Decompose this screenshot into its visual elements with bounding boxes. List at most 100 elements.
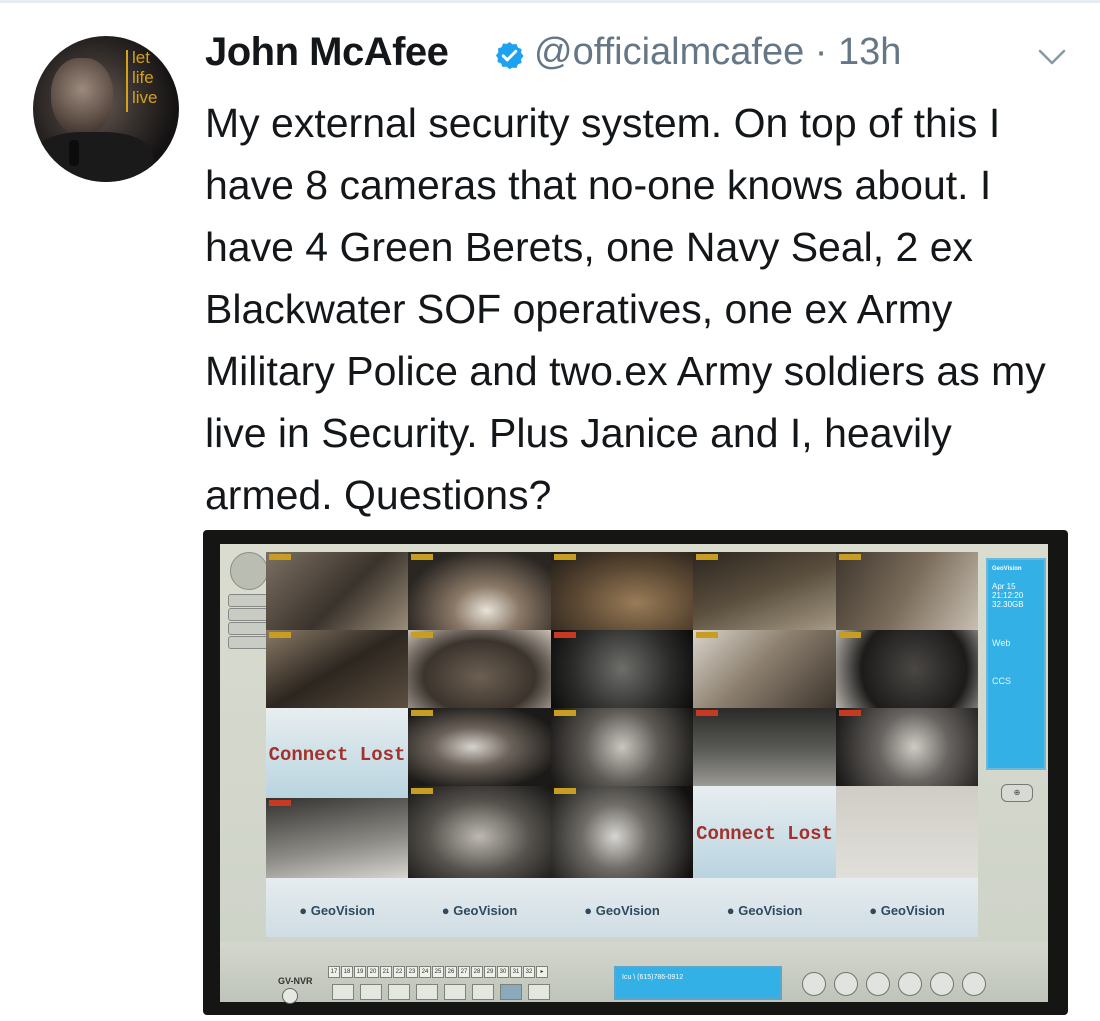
camera-tag [411,554,433,560]
layout-button[interactable] [416,984,438,1000]
stamp-date: Apr 15 [992,582,1016,591]
avatar-slogan-line-3: live [132,88,158,107]
function-button[interactable] [930,972,954,996]
channel-button[interactable]: 17 [328,966,340,978]
avatar-face [51,58,113,136]
empty-channel-geovision[interactable]: ● GeoVision [266,878,408,937]
camera-feed[interactable] [551,552,693,630]
connect-lost-label: Connect Lost [268,744,406,766]
channel-button[interactable]: 26 [445,966,457,978]
camera-feed[interactable] [551,708,693,786]
layout-button-active[interactable] [500,984,522,1000]
ptz-button[interactable] [228,636,270,649]
ptz-dpad-icon[interactable] [230,552,268,590]
ptz-button[interactable] [228,594,270,607]
empty-channel-geovision[interactable]: ● GeoVision [408,878,551,937]
camera-feed-connect-lost[interactable]: Connect Lost [266,708,408,798]
channel-button[interactable]: 28 [471,966,483,978]
camera-feed[interactable] [266,552,408,630]
camera-tag [411,632,433,638]
channel-button[interactable]: 32 [523,966,535,978]
channel-button[interactable]: 18 [341,966,353,978]
camera-feed[interactable] [836,552,978,630]
layout-button[interactable] [332,984,354,1000]
layout-button[interactable] [444,984,466,1000]
channel-button[interactable]: 31 [510,966,522,978]
stamp-time: 21:12:20 [992,591,1024,600]
camera-tag [554,788,576,794]
tweet-timestamp[interactable]: 13h [838,31,901,73]
channel-button[interactable]: 24 [419,966,431,978]
contact-display: Icu \ (615)786-0912 [614,966,782,1000]
web-link[interactable]: Web [992,638,1010,648]
channel-button[interactable]: 21 [380,966,392,978]
geovision-logo: ● GeoVision [441,902,518,918]
camera-feed[interactable] [693,708,836,786]
camera-feed[interactable] [266,798,408,878]
function-buttons [802,972,994,996]
channel-next-icon[interactable]: ▸ [536,966,548,978]
camera-tag [696,632,718,638]
geovision-logo: ● GeoVision [869,902,945,918]
avatar-coat [33,132,153,182]
camera-tag [554,632,576,638]
function-button[interactable] [898,972,922,996]
ptz-button[interactable] [228,622,270,635]
author-name[interactable]: John McAfee [205,30,449,75]
camera-feed[interactable] [836,786,978,878]
channel-button[interactable]: 25 [432,966,444,978]
chevron-down-icon[interactable] [1036,46,1068,68]
avatar-slogan-line-1: let [132,48,150,67]
avatar-microphone [69,140,79,166]
empty-channel-geovision[interactable]: ● GeoVision [693,878,836,937]
camera-feed[interactable] [408,708,551,786]
function-button[interactable] [802,972,826,996]
channel-button[interactable]: 30 [497,966,509,978]
dot-separator: · [814,31,828,73]
zoom-button[interactable]: ⊕ [1001,784,1033,802]
geovision-logo: ● GeoVision [584,902,660,918]
layout-button[interactable] [388,984,410,1000]
date-time-stamp: Apr 15 21:12:20 32.30GB [992,582,1024,609]
handle-and-time: @officialmcafee · 13h [534,31,901,74]
empty-channel-geovision[interactable]: ● GeoVision [836,878,978,937]
ptz-button[interactable] [228,608,270,621]
nvr-bottom-toolbar: GV-NVR 17 18 19 20 21 22 23 24 25 26 27 … [220,942,1048,1004]
camera-feed-connect-lost[interactable]: Connect Lost [693,786,836,878]
camera-feed[interactable] [836,630,978,708]
layout-button[interactable] [360,984,382,1000]
function-button[interactable] [962,972,986,996]
avatar-slogan-line-2: life [132,68,154,87]
camera-feed[interactable] [408,786,551,878]
function-button[interactable] [866,972,890,996]
camera-feed[interactable] [836,708,978,786]
product-name: GV-NVR [278,976,313,986]
power-icon[interactable] [282,988,298,1004]
camera-feed[interactable] [551,786,693,878]
channel-button[interactable]: 22 [393,966,405,978]
camera-feed[interactable] [266,630,408,708]
channel-button[interactable]: 20 [367,966,379,978]
camera-tag [554,710,576,716]
geovision-logo: ● GeoVision [299,902,375,918]
channel-button[interactable]: 19 [354,966,366,978]
author-avatar[interactable]: let life live [33,36,179,182]
tweet-photo[interactable]: Connect Lost Connect Lost ● GeoVision ● … [203,530,1068,1015]
channel-button[interactable]: 23 [406,966,418,978]
panel-brand: GeoVision [992,566,1022,572]
author-handle[interactable]: @officialmcafee [534,31,804,73]
channel-button[interactable]: 29 [484,966,496,978]
empty-channel-geovision[interactable]: ● GeoVision [551,878,693,937]
channel-button[interactable]: 27 [458,966,470,978]
camera-feed[interactable] [408,630,551,708]
camera-feed[interactable] [408,552,551,630]
function-button[interactable] [834,972,858,996]
layout-button[interactable] [472,984,494,1000]
camera-feed[interactable] [693,552,836,630]
camera-tag [411,710,433,716]
layout-button[interactable] [528,984,550,1000]
ccs-link[interactable]: CCS [992,676,1011,686]
channel-selector: 17 18 19 20 21 22 23 24 25 26 27 28 29 3… [328,966,549,978]
camera-feed[interactable] [551,630,693,708]
camera-feed[interactable] [693,630,836,708]
